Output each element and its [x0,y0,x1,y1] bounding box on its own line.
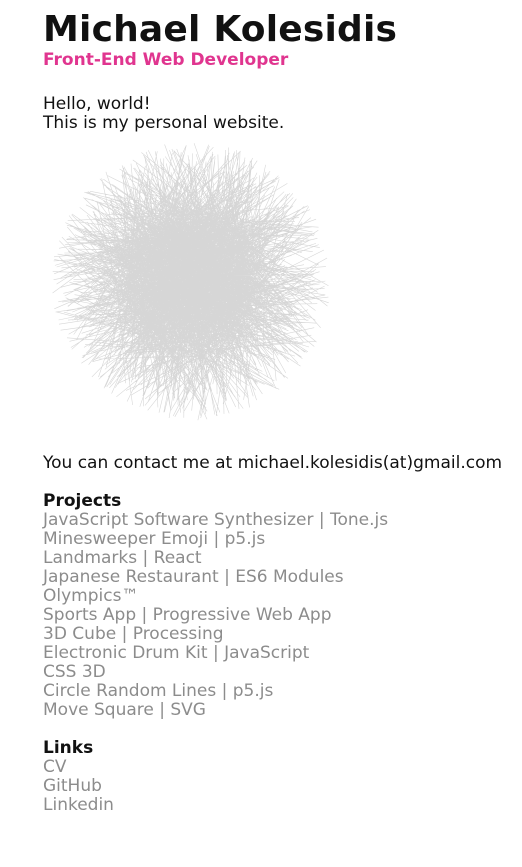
page-content: Michael Kolesidis Front-End Web Develope… [43,10,513,815]
project-link-3d-cube[interactable]: 3D Cube | Processing [43,625,513,644]
project-link-japanese-restaurant[interactable]: Japanese Restaurant | ES6 Modules [43,568,513,587]
projects-heading: Projects [43,491,122,511]
project-link-minesweeper[interactable]: Minesweeper Emoji | p5.js [43,530,513,549]
intro-description: This is my personal website. [43,113,285,133]
project-link-sports-app[interactable]: Sports App | Progressive Web App [43,606,513,625]
project-link-landmarks[interactable]: Landmarks | React [43,549,513,568]
page-subtitle: Front-End Web Developer [43,50,289,70]
links-list: CV GitHub Linkedin [43,758,513,815]
intro: Hello, world! This is my personal websit… [43,95,513,133]
link-linkedin[interactable]: Linkedin [43,796,513,815]
page-title: Michael Kolesidis [43,9,398,50]
project-link-circle-random-lines[interactable]: Circle Random Lines | p5.js [43,682,513,701]
intro-greeting: Hello, world! [43,94,151,114]
artwork-lines [52,143,329,421]
project-link-css-3d[interactable]: CSS 3D [43,663,513,682]
link-cv[interactable]: CV [43,758,513,777]
project-link-drum-kit[interactable]: Electronic Drum Kit | JavaScript [43,644,513,663]
project-link-synthesizer[interactable]: JavaScript Software Synthesizer | Tone.j… [43,511,513,530]
random-lines-circle-artwork [52,143,329,421]
project-link-move-square[interactable]: Move Square | SVG [43,701,513,720]
contact-text: You can contact me at michael.kolesidis(… [43,453,503,473]
link-github[interactable]: GitHub [43,777,513,796]
project-link-olympics[interactable]: Olympics™ [43,587,513,606]
projects-list: JavaScript Software Synthesizer | Tone.j… [43,511,513,720]
links-heading: Links [43,738,94,758]
